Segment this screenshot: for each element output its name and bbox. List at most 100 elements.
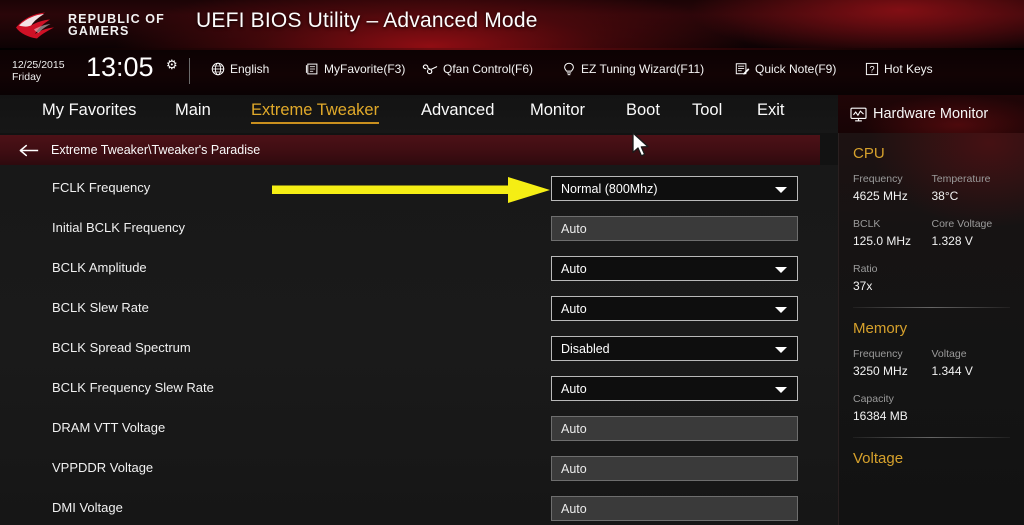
hw-metric-key: Frequency	[853, 348, 903, 360]
hw-metric-value: 1.344 V	[931, 364, 973, 378]
table-row[interactable]: BCLK Frequency Slew Rate Auto	[0, 369, 838, 409]
setting-value-text: Auto	[561, 261, 587, 276]
setting-value-fclk-frequency[interactable]: Normal (800Mhz)	[551, 176, 798, 201]
setting-value-dmi-voltage[interactable]: Auto	[551, 496, 798, 521]
toolbar-item-english[interactable]: English	[211, 59, 269, 79]
table-row[interactable]: BCLK Spread Spectrum Disabled	[0, 329, 838, 369]
hw-metric-key: Core Voltage	[931, 218, 993, 230]
chevron-down-icon	[775, 187, 787, 193]
hardware-monitor-label: Hardware Monitor	[873, 106, 989, 122]
setting-value-vppddr-voltage[interactable]: Auto	[551, 456, 798, 481]
setting-value-text: Normal (800Mhz)	[561, 181, 658, 196]
hw-row-cpu-freq-temp: Frequency 4625 MHz Temperature 38°C	[853, 171, 1010, 205]
fan-icon	[422, 64, 438, 75]
setting-value-text: Auto	[561, 381, 587, 396]
hw-metric-key: BCLK	[853, 218, 881, 230]
table-row[interactable]: BCLK Amplitude Auto	[0, 249, 838, 289]
tab-exit[interactable]: Exit	[757, 101, 785, 122]
chevron-down-icon	[775, 387, 787, 393]
setting-value-text: Auto	[561, 501, 587, 516]
tab-extreme-tweaker[interactable]: Extreme Tweaker	[251, 101, 380, 124]
hw-row-memory-freq-volt: Frequency 3250 MHz Voltage 1.344 V	[853, 346, 1010, 380]
breadcrumb-path: Extreme Tweaker\Tweaker's Paradise	[51, 143, 261, 157]
setting-value-dram-vtt-voltage[interactable]: Auto	[551, 416, 798, 441]
toolbar-item-qfan-control[interactable]: Qfan Control(F6)	[422, 59, 533, 79]
tab-my-favorites[interactable]: My Favorites	[42, 101, 136, 122]
setting-value-text: Auto	[561, 221, 587, 236]
table-row[interactable]: Initial BCLK Frequency Auto	[0, 209, 838, 249]
toolbar-item-ez-tuning-wizard[interactable]: EZ Tuning Wizard(F11)	[562, 59, 704, 79]
globe-icon	[211, 62, 225, 76]
hardware-monitor-tab[interactable]: Hardware Monitor	[838, 95, 1024, 133]
table-row[interactable]: DMI Voltage Auto	[0, 489, 838, 525]
toolbar-label: Hot Keys	[884, 62, 933, 76]
title-banner: REPUBLIC OF GAMERS UEFI BIOS Utility – A…	[0, 0, 1024, 50]
setting-label: BCLK Frequency Slew Rate	[52, 380, 214, 395]
bulb-icon	[564, 62, 574, 75]
back-arrow-icon[interactable]	[18, 144, 40, 157]
mouse-cursor-icon	[632, 132, 649, 157]
toolbar-item-hot-keys[interactable]: ? Hot Keys	[865, 59, 933, 79]
gear-icon[interactable]: ⚙	[166, 57, 178, 73]
tab-monitor[interactable]: Monitor	[530, 101, 585, 122]
hw-metric-value: 38°C	[931, 189, 959, 203]
hw-metric-cpu-frequency: Frequency 4625 MHz	[853, 171, 932, 205]
table-row[interactable]: DRAM VTT Voltage Auto	[0, 409, 838, 449]
rog-logo-line2: GAMERS	[68, 24, 130, 38]
hw-metric-value: 4625 MHz	[853, 189, 908, 203]
hw-metric-cpu-bclk: BCLK 125.0 MHz	[853, 216, 932, 250]
table-row[interactable]: BCLK Slew Rate Auto	[0, 289, 838, 329]
weekday-value: Friday	[12, 71, 42, 83]
setting-value-text: Auto	[561, 421, 587, 436]
table-row[interactable]: FCLK Frequency Normal (800Mhz)	[0, 169, 838, 209]
hw-metric-memory-capacity: Capacity 16384 MB	[853, 391, 1010, 425]
settings-list: FCLK Frequency Normal (800Mhz) Initial B…	[0, 165, 838, 525]
bios-screen: REPUBLIC OF GAMERS UEFI BIOS Utility – A…	[0, 0, 1024, 525]
table-row[interactable]: VPPDDR Voltage Auto	[0, 449, 838, 489]
hw-metric-value: 125.0 MHz	[853, 234, 912, 248]
hw-metric-value: 16384 MB	[853, 409, 908, 423]
tab-main[interactable]: Main	[175, 101, 211, 122]
setting-label: BCLK Amplitude	[52, 260, 147, 275]
setting-value-text: Auto	[561, 461, 587, 476]
setting-value-bclk-frequency-slew-rate[interactable]: Auto	[551, 376, 798, 401]
tab-boot[interactable]: Boot	[626, 101, 660, 122]
hardware-monitor-panel: CPU Frequency 4625 MHz Temperature 38°C …	[838, 133, 1024, 525]
system-date: 12/25/2015 Friday	[12, 59, 65, 83]
page-title: UEFI BIOS Utility – Advanced Mode	[196, 9, 538, 32]
hw-divider	[853, 307, 1010, 308]
hw-metric-cpu-ratio: Ratio 37x	[853, 261, 1010, 295]
monitor-icon	[850, 107, 867, 121]
hw-section-title-cpu: CPU	[853, 145, 885, 162]
setting-value-bclk-amplitude[interactable]: Auto	[551, 256, 798, 281]
hw-metric-value: 37x	[853, 279, 873, 293]
tab-tool[interactable]: Tool	[692, 101, 722, 122]
hw-metric-key: Capacity	[853, 393, 894, 405]
hw-divider	[853, 437, 1010, 438]
toolbar-item-quick-note[interactable]: Quick Note(F9)	[735, 59, 836, 79]
hw-metric-value: 3250 MHz	[853, 364, 908, 378]
hw-metric-memory-voltage: Voltage 1.344 V	[932, 346, 1011, 380]
note-icon	[735, 63, 750, 75]
setting-label: DMI Voltage	[52, 500, 123, 515]
rog-eye-icon	[16, 12, 54, 39]
setting-value-text: Auto	[561, 301, 587, 316]
tab-advanced[interactable]: Advanced	[421, 101, 494, 122]
setting-label: DRAM VTT Voltage	[52, 420, 166, 435]
toolbar-item-myfavorite[interactable]: MyFavorite(F3)	[305, 59, 405, 79]
hw-row-cpu-ratio: Ratio 37x	[853, 261, 1010, 295]
chevron-down-icon	[775, 307, 787, 313]
hw-section-title-voltage: Voltage	[853, 450, 904, 467]
hw-section-title-memory: Memory	[853, 320, 908, 337]
rog-logo: REPUBLIC OF GAMERS	[14, 6, 184, 44]
setting-value-bclk-slew-rate[interactable]: Auto	[551, 296, 798, 321]
hw-metric-key: Ratio	[853, 263, 878, 275]
hw-metric-cpu-core-voltage: Core Voltage 1.328 V	[932, 216, 1011, 250]
setting-value-initial-bclk-frequency[interactable]: Auto	[551, 216, 798, 241]
setting-value-bclk-spread-spectrum[interactable]: Disabled	[551, 336, 798, 361]
setting-label: BCLK Slew Rate	[52, 300, 149, 315]
chevron-down-icon	[775, 267, 787, 273]
toolbar-label: Qfan Control(F6)	[443, 62, 534, 76]
date-value: 12/25/2015	[12, 59, 65, 71]
favorite-icon	[305, 63, 318, 75]
